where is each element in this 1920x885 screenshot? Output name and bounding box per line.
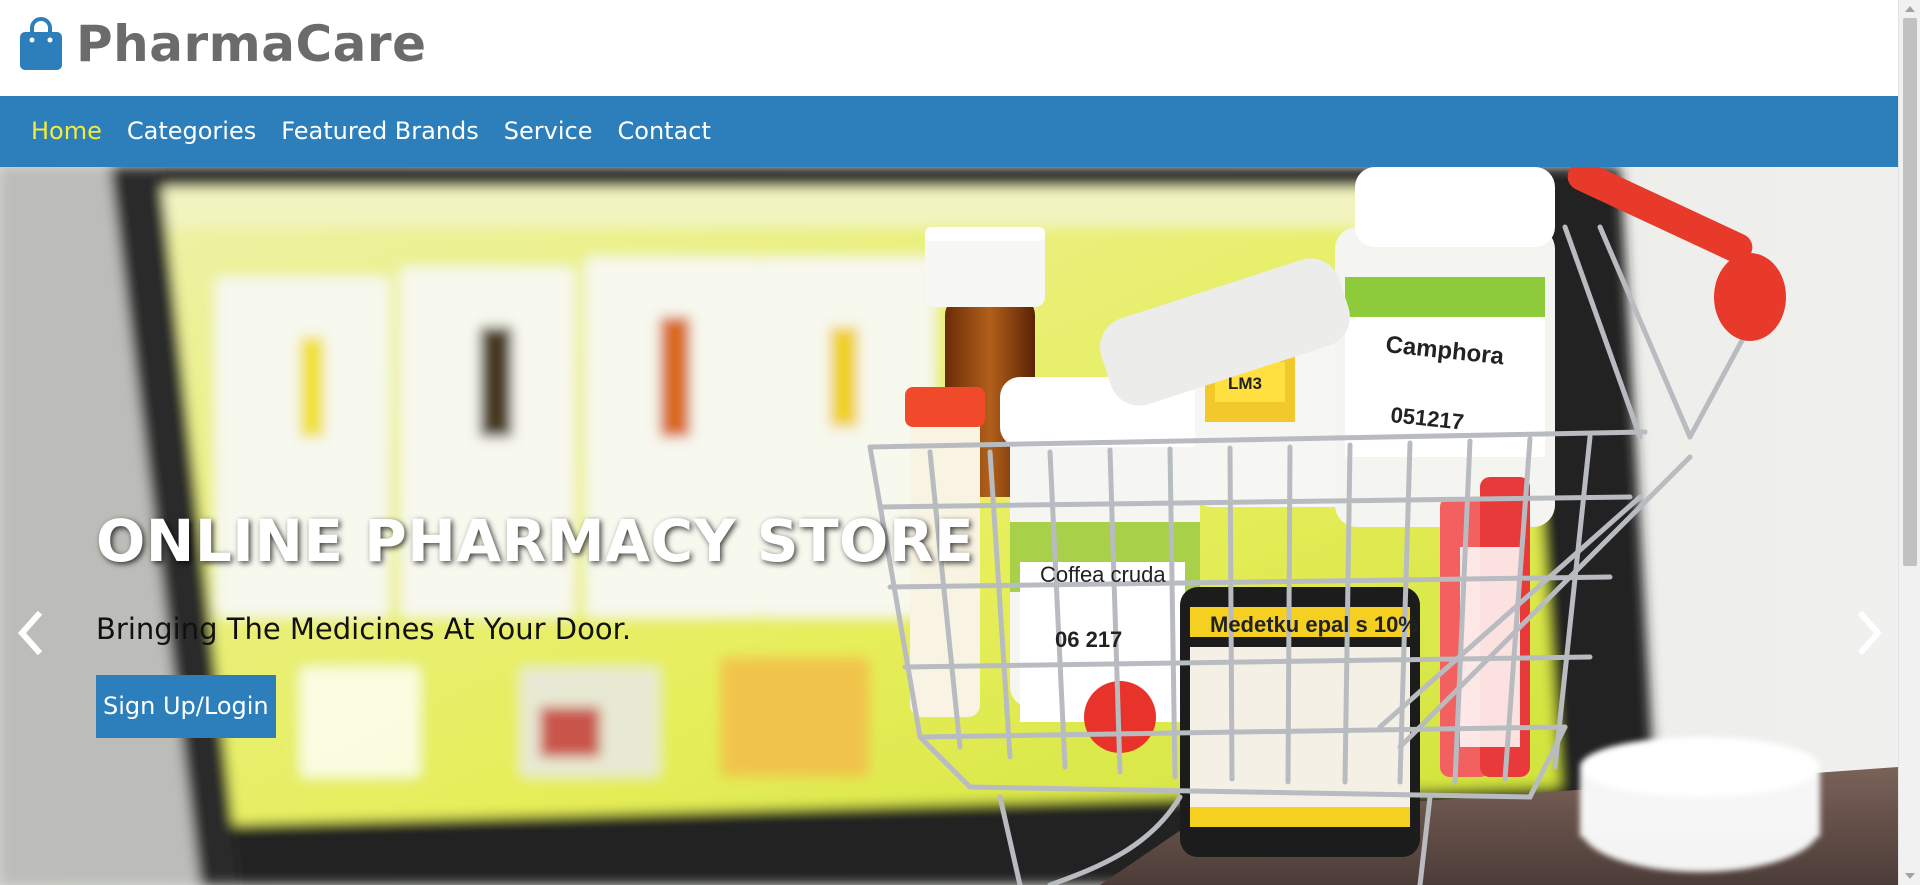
nav-home[interactable]: Home bbox=[31, 96, 102, 167]
signup-login-button[interactable]: Sign Up/Login bbox=[96, 675, 276, 738]
page-scrollbar[interactable] bbox=[1898, 0, 1920, 885]
scroll-down-arrow-icon[interactable] bbox=[1899, 867, 1920, 885]
scroll-up-arrow-icon[interactable] bbox=[1899, 0, 1920, 18]
shopping-bag-icon bbox=[20, 17, 62, 70]
nav-featured-brands[interactable]: Featured Brands bbox=[281, 96, 479, 167]
carousel-next-button[interactable] bbox=[1850, 603, 1890, 663]
chevron-right-icon bbox=[1857, 611, 1883, 655]
scrollbar-thumb[interactable] bbox=[1903, 18, 1917, 566]
brand-logo-link[interactable]: PharmaCare bbox=[18, 14, 426, 74]
nav-service[interactable]: Service bbox=[504, 96, 593, 167]
nav-contact[interactable]: Contact bbox=[618, 96, 711, 167]
hero-title: ONLINE PHARMACY STORE bbox=[96, 507, 975, 575]
brand-name: PharmaCare bbox=[76, 15, 427, 73]
nav-categories[interactable]: Categories bbox=[127, 96, 256, 167]
nav-list: Home Categories Featured Brands Service … bbox=[0, 96, 1898, 167]
hero-subtitle: Bringing The Medicines At Your Door. bbox=[96, 612, 632, 646]
page: PharmaCare Home Categories Featured Bran… bbox=[0, 0, 1898, 885]
chevron-left-icon bbox=[17, 611, 43, 655]
main-navbar: Home Categories Featured Brands Service … bbox=[0, 96, 1898, 167]
site-header: PharmaCare bbox=[0, 0, 1898, 96]
carousel-prev-button[interactable] bbox=[10, 603, 50, 663]
hero-carousel: Camphora 051217 LM3 Coffea cruda 06 217 … bbox=[0, 167, 1898, 885]
